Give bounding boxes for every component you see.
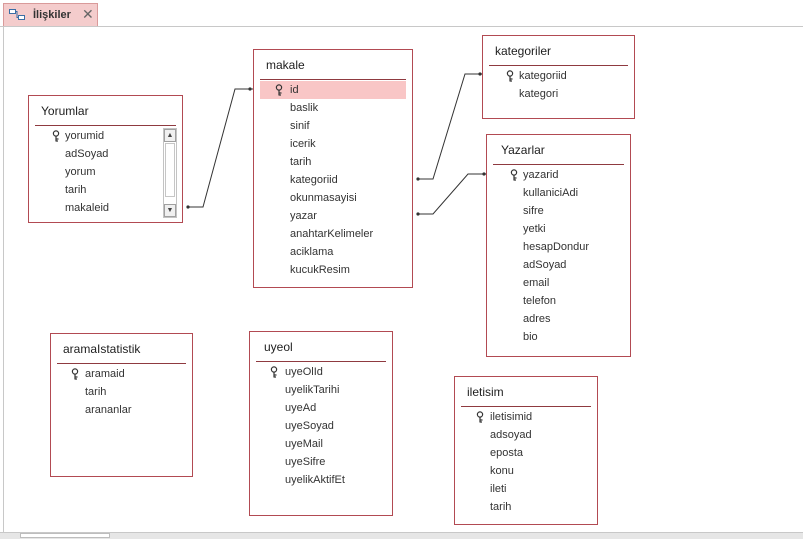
key-icon [71,368,79,380]
table-title: Yazarlar [501,143,545,157]
field-adsoyad[interactable]: adSoyad [35,145,160,163]
vertical-scrollbar[interactable]: ▲ ▼ [163,128,177,218]
field-uyead[interactable]: uyeAd [256,399,386,417]
field-okunmasayisi[interactable]: okunmasayisi [260,189,406,207]
field-tarih[interactable]: tarih [461,498,591,516]
field-anahtarkelimeler[interactable]: anahtarKelimeler [260,225,406,243]
table-title: kategoriler [495,44,552,58]
table-title: uyeol [264,340,293,354]
field-hesapdondur[interactable]: hesapDondur [493,238,624,256]
field-eposta[interactable]: eposta [461,444,591,462]
field-sinif[interactable]: sinif [260,117,406,135]
title-divider [57,363,186,364]
field-kategoriid[interactable]: kategoriid [489,67,628,85]
title-divider [35,125,176,126]
field-ileti[interactable]: ileti [461,480,591,498]
table-title: Yorumlar [41,104,89,118]
table-uyeol[interactable]: uyeol uyeOlId uyelikTarihi uyeAd uyeSoya… [249,331,393,516]
field-makaleid[interactable]: makaleid [35,199,160,217]
relation-yorumlar-makale [188,88,253,208]
field-email[interactable]: email [493,274,624,292]
field-yazar[interactable]: yazar [260,207,406,225]
field-aciklama[interactable]: aciklama [260,243,406,261]
field-yorum[interactable]: yorum [35,163,160,181]
key-icon [270,366,278,378]
field-adsoyad[interactable]: adsoyad [461,426,591,444]
title-divider [461,406,591,407]
field-kategori[interactable]: kategori [489,85,628,103]
table-yazarlar[interactable]: Yazarlar yazarid kullaniciAdi sifre yetk… [486,134,631,357]
horizontal-scroll-thumb[interactable] [20,533,110,538]
field-yetki[interactable]: yetki [493,220,624,238]
table-aramaistatistik[interactable]: aramaIstatistik aramaid tarih arananlar [50,333,193,477]
key-icon [506,70,514,82]
title-divider [256,361,386,362]
relation-makale-kategoriler [418,73,482,180]
field-sifre[interactable]: sifre [493,202,624,220]
scroll-thumb[interactable] [165,143,175,197]
key-icon [510,169,518,181]
title-divider [260,79,406,80]
table-yorumlar[interactable]: Yorumlar yorumid adSoyad yorum tarih mak… [28,95,183,223]
field-uyelikaktifet[interactable]: uyelikAktifEt [256,471,386,489]
table-title: iletisim [467,385,504,399]
relation-makale-yazarlar [418,173,486,215]
field-uyeliktarihi[interactable]: uyelikTarihi [256,381,386,399]
title-divider [489,65,628,66]
key-icon [275,84,283,96]
key-icon [476,411,484,423]
field-id[interactable]: id [260,81,406,99]
field-uyemail[interactable]: uyeMail [256,435,386,453]
key-icon [52,130,60,142]
field-tarih[interactable]: tarih [35,181,160,199]
field-uyeolid[interactable]: uyeOlId [256,363,386,381]
field-arananlar[interactable]: arananlar [57,401,186,419]
field-aramaid[interactable]: aramaid [57,365,186,383]
table-title: makale [266,58,305,72]
field-baslik[interactable]: baslik [260,99,406,117]
field-icerik[interactable]: icerik [260,135,406,153]
scroll-down-arrow-icon[interactable]: ▼ [164,204,176,217]
scroll-up-arrow-icon[interactable]: ▲ [164,129,176,142]
field-yazarid[interactable]: yazarid [493,166,624,184]
field-adsoyad[interactable]: adSoyad [493,256,624,274]
table-iletisim[interactable]: iletisim iletisimid adsoyad eposta konu … [454,376,598,525]
field-tarih[interactable]: tarih [57,383,186,401]
field-uyesoyad[interactable]: uyeSoyad [256,417,386,435]
field-tarih[interactable]: tarih [260,153,406,171]
table-makale[interactable]: makale id baslik sinif icerik tarih kate… [253,49,413,288]
field-kullaniciadi[interactable]: kullaniciAdi [493,184,624,202]
field-bio[interactable]: bio [493,328,624,346]
table-kategoriler[interactable]: kategoriler kategoriid kategori [482,35,635,119]
field-konu[interactable]: konu [461,462,591,480]
field-uyesifre[interactable]: uyeSifre [256,453,386,471]
field-iletisimid[interactable]: iletisimid [461,408,591,426]
field-telefon[interactable]: telefon [493,292,624,310]
title-divider [493,164,624,165]
field-kucukresim[interactable]: kucukResim [260,261,406,279]
field-kategoriid[interactable]: kategoriid [260,171,406,189]
field-adres[interactable]: adres [493,310,624,328]
field-yorumid[interactable]: yorumid [35,127,160,145]
table-title: aramaIstatistik [63,342,141,356]
